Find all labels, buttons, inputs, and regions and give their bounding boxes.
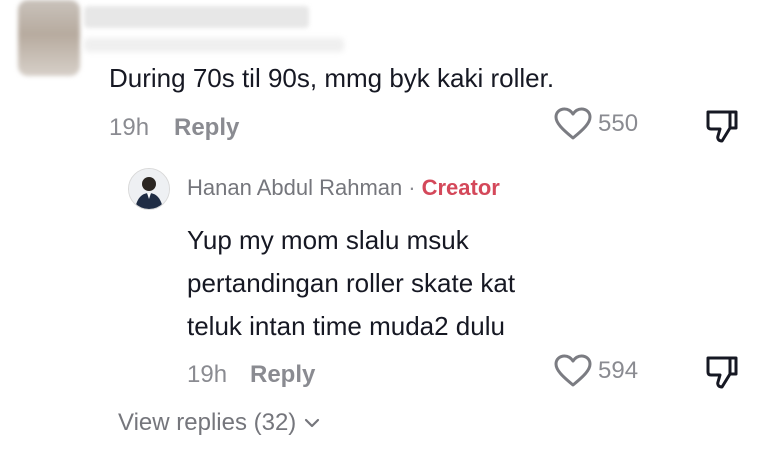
reply-author-name[interactable]: Hanan Abdul Rahman [187,175,402,200]
heart-outline-icon [554,354,592,387]
reply-text-line-1: Yup my mom slalu msuk [187,225,469,255]
chevron-down-icon [305,418,320,428]
reply-text-line-3: teluk intan time muda2 dulu [187,311,505,341]
reply-like-button[interactable]: 594 [554,354,638,388]
comment-time: 19h [109,114,150,141]
heart-outline-icon [554,107,592,140]
creator-badge: Creator [421,175,500,200]
reply-text-line-2: pertandingan roller skate kat [187,268,516,298]
comment-like-button[interactable]: 550 [554,107,638,141]
thumbs-down-icon [706,356,738,389]
reply-dislike-button[interactable] [704,354,740,395]
thumbs-down-icon [706,110,738,143]
view-replies-label: View replies (32) [118,409,297,436]
comment-dislike-button[interactable] [704,108,740,149]
user-portrait-icon [129,169,169,209]
blurred-avatar [18,0,80,76]
view-replies-button[interactable]: View replies (32) [118,409,320,437]
blurred-overlay [84,38,344,52]
author-separator: · [408,175,416,200]
blurred-username [84,6,309,28]
reply-time: 19h [187,361,228,388]
avatar[interactable] [128,168,170,210]
comment-reply-button[interactable]: Reply [174,114,239,142]
reply-like-count: 594 [598,357,639,384]
reply-author-line: Hanan Abdul Rahman · Creator [187,175,500,201]
comment-like-count: 550 [598,110,639,137]
comment-text: During 70s til 90s, mmg byk kaki roller. [109,63,555,93]
reply-reply-button[interactable]: Reply [250,361,315,389]
